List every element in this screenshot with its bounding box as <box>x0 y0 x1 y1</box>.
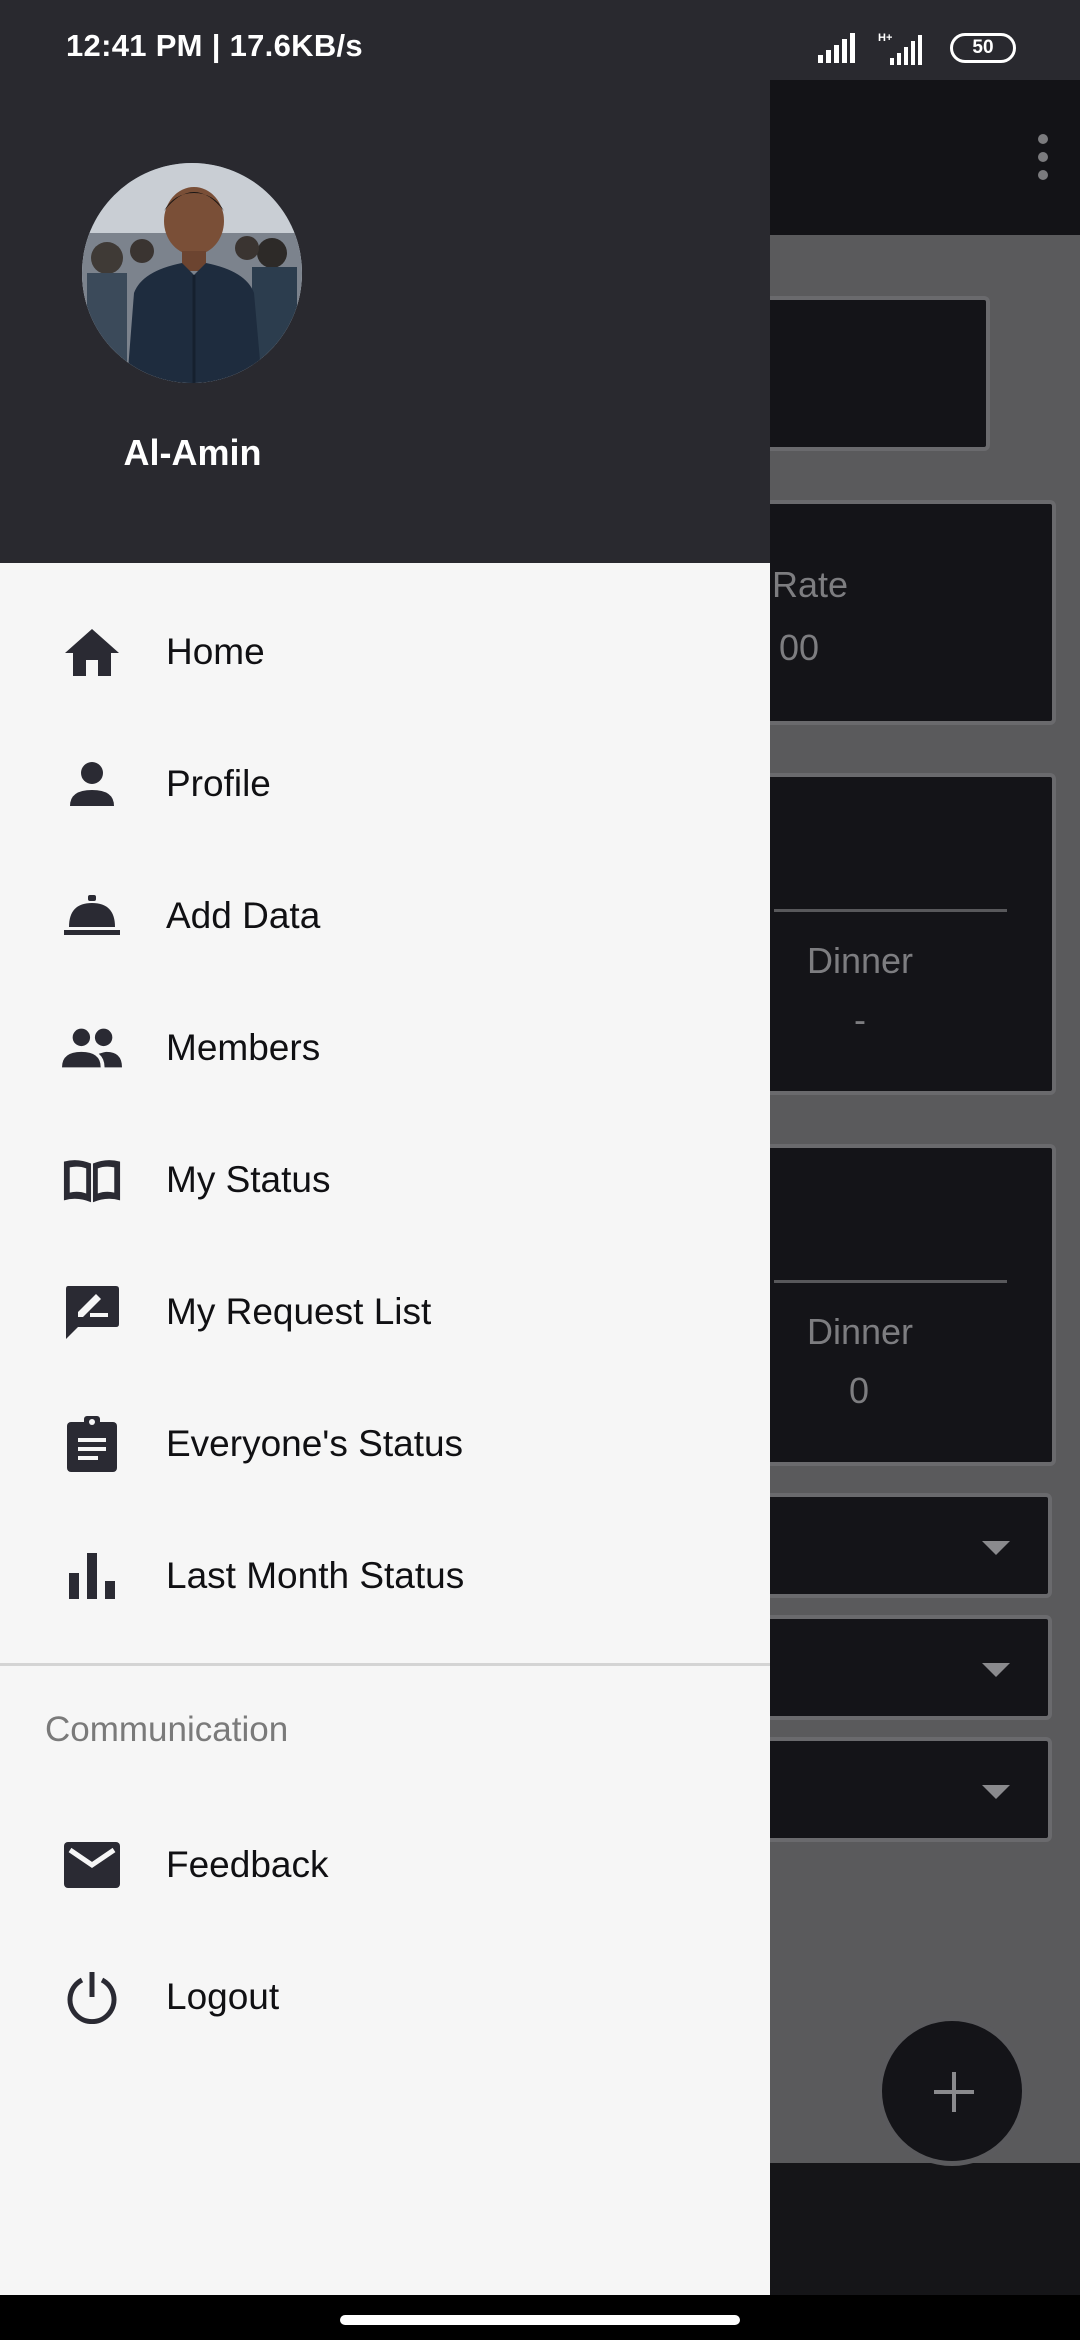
assignment-icon <box>62 1414 122 1474</box>
people-icon <box>62 1018 122 1078</box>
system-navigation-bar <box>0 2295 1080 2340</box>
menu-item-profile[interactable]: Profile <box>0 724 770 844</box>
menu-item-label: Home <box>166 631 265 672</box>
card-divider <box>774 1280 1007 1283</box>
menu-item-label: Everyone's Status <box>166 1423 464 1464</box>
dinner-value: - <box>854 999 866 1040</box>
status-icons: H+ 50 <box>818 28 1016 68</box>
menu-item-logout[interactable]: Logout <box>0 1937 770 2057</box>
menu-item-label: Members <box>166 1027 321 1068</box>
add-fab-button[interactable] <box>877 2016 1027 2166</box>
user-name: Al-Amin <box>123 432 262 473</box>
overflow-menu-icon[interactable] <box>1034 132 1052 182</box>
section-title-communication: Communication <box>45 1710 289 1749</box>
battery-icon: 50 <box>950 33 1016 63</box>
drawer-header: Al-Amin <box>0 80 770 563</box>
dropdown-arrow-icon <box>982 1663 1010 1677</box>
card-divider <box>774 909 1007 912</box>
room-service-icon <box>62 886 122 946</box>
menu-item-label: Feedback <box>166 1844 329 1885</box>
navigation-drawer: Al-Amin Home Profile Add Data Members My… <box>0 80 770 2295</box>
rate-value: 00 <box>779 627 820 668</box>
avatar-photo <box>82 163 302 383</box>
menu-item-label: Add Data <box>166 895 321 936</box>
menu-item-add-data[interactable]: Add Data <box>0 856 770 976</box>
menu-item-last-month-status[interactable]: Last Month Status <box>0 1516 770 1636</box>
network-type-label: H+ <box>878 32 892 44</box>
dinner-label: Dinner <box>807 940 914 981</box>
plus-icon-vertical <box>952 2072 956 2112</box>
dinner-label: Dinner <box>807 1311 914 1352</box>
menu-item-label: Logout <box>166 1976 280 2017</box>
dinner-value: 0 <box>849 1370 870 1411</box>
menu-item-my-status[interactable]: My Status <box>0 1120 770 1240</box>
home-icon <box>62 622 122 682</box>
menu-item-label: My Status <box>166 1159 331 1200</box>
dropdown-arrow-icon <box>982 1785 1010 1799</box>
avatar[interactable] <box>82 163 302 383</box>
status-bar: 12:41 PM | 17.6KB/s H+ 50 <box>0 0 1080 80</box>
drawer-divider <box>0 1663 770 1666</box>
home-indicator[interactable] <box>340 2315 740 2325</box>
bar-chart-icon <box>62 1546 122 1606</box>
menu-item-everyones-status[interactable]: Everyone's Status <box>0 1384 770 1504</box>
signal-hplus-icon: H+ <box>878 32 922 65</box>
battery-level: 50 <box>972 37 994 58</box>
power-icon <box>62 1967 122 2027</box>
menu-item-label: Profile <box>166 763 271 804</box>
mail-icon <box>62 1835 122 1895</box>
screen: 12:41 PM | 17.6KB/s H+ 50 l Rate 00 Dinn… <box>0 0 1080 2340</box>
signal-icon <box>818 33 855 63</box>
status-time: 12:41 PM | 17.6KB/s <box>66 28 363 63</box>
menu-item-label: Last Month Status <box>166 1555 465 1596</box>
person-icon <box>62 754 122 814</box>
menu-item-feedback[interactable]: Feedback <box>0 1805 770 1925</box>
menu-item-label: My Request List <box>166 1291 432 1332</box>
menu-item-home[interactable]: Home <box>0 592 770 712</box>
rate-review-icon <box>62 1282 122 1342</box>
dropdown-arrow-icon <box>982 1541 1010 1555</box>
book-icon <box>62 1150 122 1210</box>
menu-item-my-request-list[interactable]: My Request List <box>0 1252 770 1372</box>
menu-item-members[interactable]: Members <box>0 988 770 1108</box>
